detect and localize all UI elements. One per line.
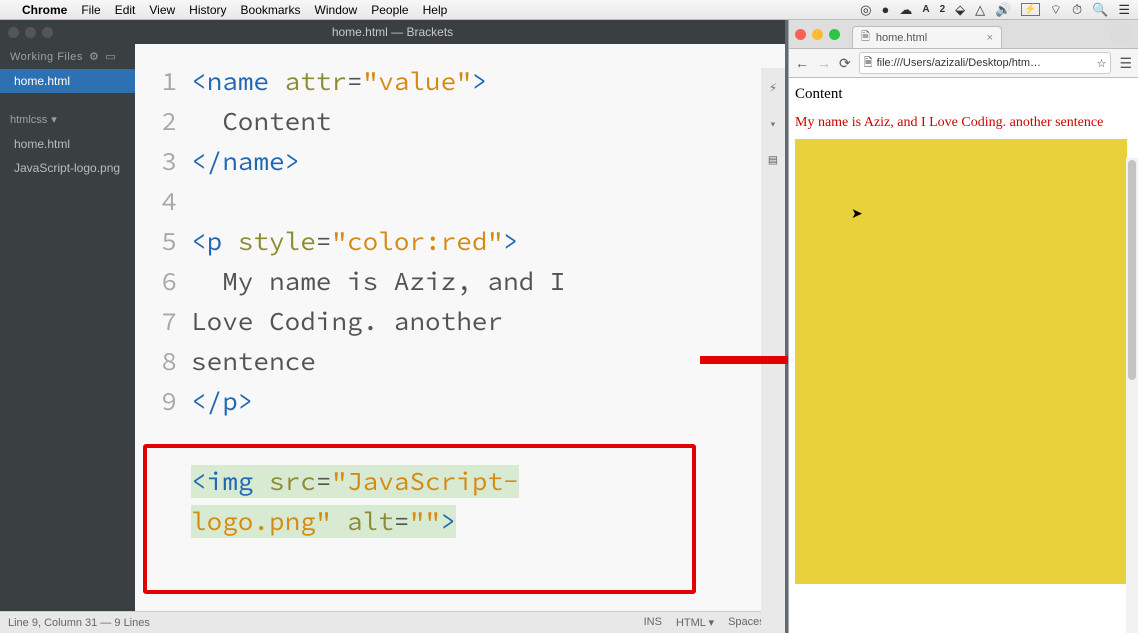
gear-icon[interactable]: ⚙ (89, 50, 99, 63)
battery-icon[interactable]: ⚡ (1021, 3, 1039, 16)
reload-button[interactable]: ⟳ (839, 55, 851, 72)
mouse-cursor-icon: ➤ (851, 206, 863, 223)
window-max-icon[interactable] (42, 27, 53, 38)
brackets-title: home.html — Brackets (332, 25, 453, 39)
menu-bookmarks[interactable]: Bookmarks (241, 3, 301, 17)
chrome-tabstrip: 🗎 home.html × (789, 20, 1138, 48)
dropdown-icon[interactable]: ▾ (769, 114, 777, 132)
chevron-down-icon: ▾ (51, 113, 57, 126)
working-file-item[interactable]: home.html (0, 69, 135, 93)
window-close-icon[interactable] (8, 27, 19, 38)
menu-app[interactable]: Chrome (22, 3, 67, 17)
profile-avatar[interactable] (1110, 23, 1132, 45)
cloud-icon[interactable]: ☁ (899, 2, 912, 18)
close-tab-icon[interactable]: × (987, 32, 993, 44)
plugin-icon[interactable]: ▤ (769, 150, 777, 168)
star-icon[interactable]: ☆ (1097, 57, 1107, 70)
list-icon[interactable]: ☰ (1118, 2, 1130, 18)
project-file-item[interactable]: home.html (0, 132, 135, 156)
brackets-window: home.html — Brackets Working Files ⚙ ▭ h… (0, 20, 785, 633)
forward-button[interactable]: → (817, 55, 831, 72)
rendered-page: Content My name is Aziz, and I Love Codi… (789, 78, 1138, 633)
menu-view[interactable]: View (149, 3, 175, 17)
url-text: file:///Users/azizali/Desktop/htm… (877, 57, 1093, 69)
address-bar[interactable]: 🗎 file:///Users/azizali/Desktop/htm… ☆ (859, 52, 1112, 74)
status-bar: Line 9, Column 31 — 9 Lines INS HTML ▾ S… (0, 611, 785, 633)
scrollbar[interactable] (1126, 158, 1138, 633)
brackets-right-toolbar: ⚡ ▾ ▤ (761, 68, 785, 628)
drive-icon[interactable]: △ (975, 2, 985, 18)
clock-icon[interactable]: ⏱ (1072, 2, 1082, 18)
brackets-sidebar: Working Files ⚙ ▭ home.html htmlcss▾ hom… (0, 44, 135, 611)
file-icon: 🗎 (864, 54, 873, 73)
file-icon: 🗎 (861, 28, 870, 47)
status-lang[interactable]: HTML ▾ (676, 616, 714, 629)
ring-icon[interactable]: ◎ (860, 2, 871, 18)
window-min-icon[interactable] (25, 27, 36, 38)
project-dropdown[interactable]: htmlcss▾ (0, 107, 135, 132)
menu-help[interactable]: Help (423, 3, 448, 17)
tab-title: home.html (876, 32, 927, 44)
back-button[interactable]: ← (795, 55, 809, 72)
menu-people[interactable]: People (371, 3, 408, 17)
line-gutter: 123456789 (135, 44, 185, 611)
page-paragraph: My name is Aziz, and I Love Coding. anot… (795, 115, 1132, 131)
two-icon[interactable]: 2 (940, 4, 946, 15)
code-editor[interactable]: 123456789 <name attr="value"> Content </… (135, 44, 785, 611)
menu-edit[interactable]: Edit (115, 3, 136, 17)
code-area[interactable]: <name attr="value"> Content </name> <p s… (185, 44, 785, 611)
wifi-icon[interactable]: ⌔ (1050, 2, 1062, 18)
dropbox-icon[interactable]: ⬙ (955, 2, 965, 18)
working-files-header[interactable]: Working Files ⚙ ▭ (0, 44, 135, 69)
status-position: Line 9, Column 31 — 9 Lines (8, 617, 150, 629)
bolt-icon[interactable]: ⚡ (769, 78, 777, 96)
search-icon[interactable]: 🔍 (1092, 2, 1108, 18)
chrome-menu-icon[interactable]: ☰ (1119, 55, 1132, 72)
status-ins[interactable]: INS (644, 616, 662, 629)
menu-history[interactable]: History (189, 3, 226, 17)
brackets-titlebar: home.html — Brackets (0, 20, 785, 44)
window-close-icon[interactable] (795, 29, 806, 40)
adobe-icon[interactable]: A (922, 4, 929, 15)
page-content-text: Content (795, 86, 1132, 103)
browser-tab[interactable]: 🗎 home.html × (852, 26, 1002, 48)
menu-file[interactable]: File (81, 3, 100, 17)
chrome-toolbar: ← → ⟳ 🗎 file:///Users/azizali/Desktop/ht… (789, 48, 1138, 78)
chrome-window: 🗎 home.html × ← → ⟳ 🗎 file:///Users/aziz… (788, 20, 1138, 633)
menu-window[interactable]: Window (315, 3, 358, 17)
solid-circle-icon[interactable]: ● (881, 2, 889, 17)
js-logo-image (795, 139, 1127, 584)
split-icon[interactable]: ▭ (105, 50, 116, 63)
window-max-icon[interactable] (829, 29, 840, 40)
volume-icon[interactable]: 🔊 (995, 2, 1011, 18)
mac-menubar: Chrome File Edit View History Bookmarks … (0, 0, 1138, 20)
project-file-item[interactable]: JavaScript-logo.png (0, 156, 135, 180)
scrollbar-thumb[interactable] (1128, 160, 1136, 380)
window-min-icon[interactable] (812, 29, 823, 40)
